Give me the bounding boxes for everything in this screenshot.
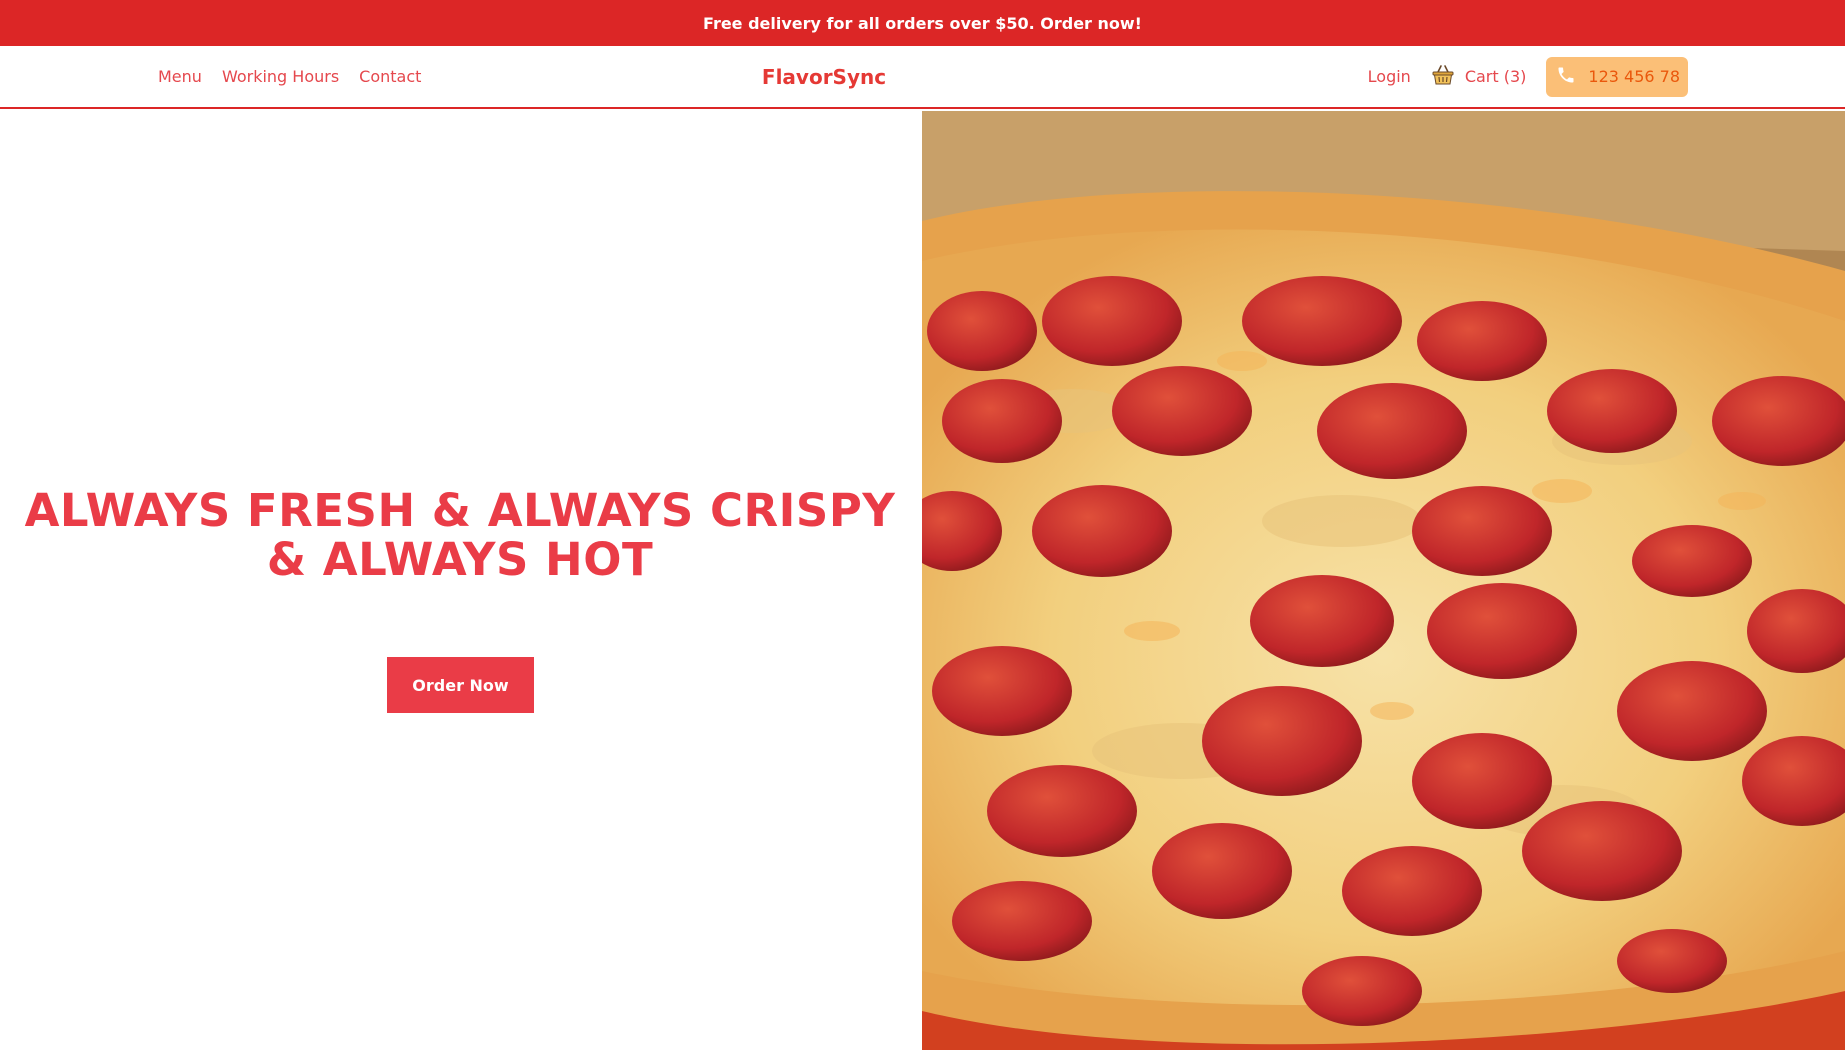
phone-number: 123 456 78 <box>1588 67 1680 86</box>
primary-nav: Menu Working Hours Contact <box>158 46 421 107</box>
basket-icon <box>1431 63 1455 91</box>
cart-label: Cart (3) <box>1464 67 1527 86</box>
promo-banner: Free delivery for all orders over $50. O… <box>0 0 1845 46</box>
pizza-image <box>922 111 1845 1050</box>
hero-section: ALWAYS FRESH & ALWAYS CRISPY & ALWAYS HO… <box>0 111 922 1050</box>
nav-link-contact[interactable]: Contact <box>359 67 421 86</box>
nav-actions: Login Cart (3) 123 456 78 <box>1368 46 1688 107</box>
nav-link-menu[interactable]: Menu <box>158 67 202 86</box>
top-navbar: Menu Working Hours Contact FlavorSync Lo… <box>0 46 1845 109</box>
login-link[interactable]: Login <box>1368 67 1411 86</box>
brand-logo[interactable]: FlavorSync <box>762 46 886 107</box>
cart-button[interactable]: Cart (3) <box>1431 63 1527 91</box>
promo-text[interactable]: Free delivery for all orders over $50. O… <box>703 14 1142 33</box>
nav-link-working-hours[interactable]: Working Hours <box>222 67 339 86</box>
phone-icon <box>1556 65 1576 89</box>
phone-button[interactable]: 123 456 78 <box>1546 56 1688 97</box>
order-now-button[interactable]: Order Now <box>387 657 534 713</box>
hero-title: ALWAYS FRESH & ALWAYS CRISPY & ALWAYS HO… <box>24 484 896 586</box>
